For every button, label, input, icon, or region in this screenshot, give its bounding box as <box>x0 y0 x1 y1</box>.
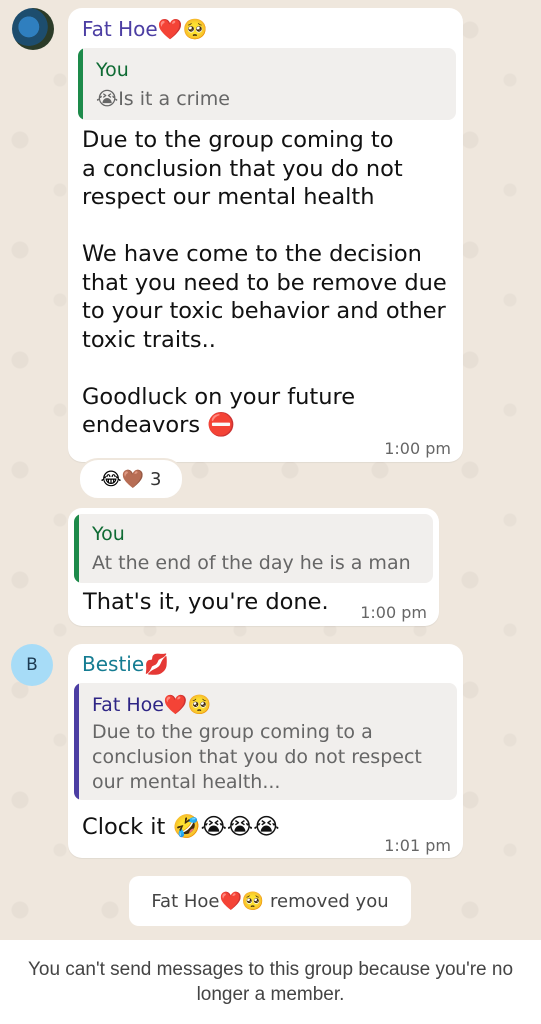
quote-bar <box>78 48 83 120</box>
footer-notice: You can't send messages to this group be… <box>27 959 514 1005</box>
chat-area: Fat Hoe❤️🥺 You 😭Is it a crime Due to the… <box>0 0 541 940</box>
avatar-bestie[interactable]: B <box>11 644 53 686</box>
message-time: 1:00 pm <box>360 603 427 622</box>
quote-sender: Fat Hoe❤️🥺 <box>92 694 212 716</box>
quote-text: Due to the group coming to a conclusion … <box>92 721 422 793</box>
message-time: 1:01 pm <box>384 836 451 855</box>
system-message: Fat Hoe❤️🥺 removed you <box>129 876 411 926</box>
quoted-message[interactable]: You 😭Is it a crime <box>78 48 456 120</box>
quote-text: At the end of the day he is a man <box>92 552 411 574</box>
quote-bar <box>74 514 79 583</box>
sender-name[interactable]: Bestie💋 <box>82 652 169 676</box>
avatar-fathoe[interactable] <box>12 8 54 50</box>
message-text: Clock it 🤣😭😭😭 <box>82 814 280 840</box>
message-bubble-1[interactable]: Fat Hoe❤️🥺 You 😭Is it a crime Due to the… <box>68 8 463 462</box>
message-text: Due to the group coming to a conclusion … <box>82 127 447 438</box>
quote-sender: You <box>92 523 125 545</box>
footer-notice-bar: You can't send messages to this group be… <box>0 940 541 1024</box>
quoted-message[interactable]: You At the end of the day he is a man <box>74 514 433 583</box>
system-message-text: Fat Hoe❤️🥺 removed you <box>151 890 389 912</box>
message-bubble-2[interactable]: You At the end of the day he is a man Th… <box>68 508 439 626</box>
reaction-pill[interactable]: 😂🤎 3 <box>78 458 184 500</box>
quoted-message[interactable]: Fat Hoe❤️🥺 Due to the group coming to a … <box>74 683 457 800</box>
message-text: That's it, you're done. <box>83 589 329 615</box>
message-bubble-3[interactable]: Bestie💋 Fat Hoe❤️🥺 Due to the group comi… <box>68 644 463 858</box>
quote-sender: You <box>96 59 129 81</box>
message-time: 1:00 pm <box>384 439 451 458</box>
reaction-count: 3 <box>150 468 162 490</box>
quote-bar <box>74 683 79 800</box>
sender-name[interactable]: Fat Hoe❤️🥺 <box>82 17 208 41</box>
quote-text: 😭Is it a crime <box>96 88 230 110</box>
reaction-emojis: 😂🤎 <box>100 468 144 490</box>
